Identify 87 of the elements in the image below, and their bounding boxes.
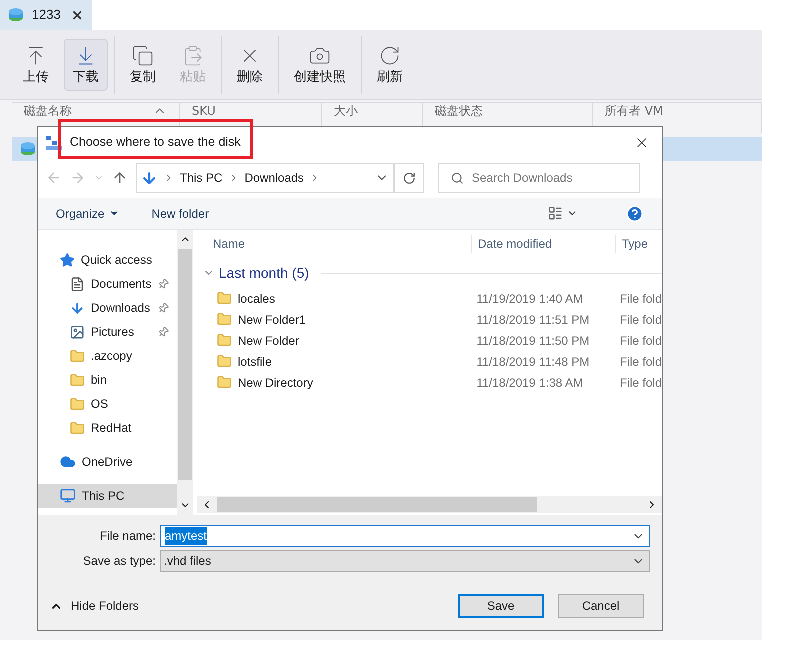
search-icon — [451, 172, 464, 184]
download-icon — [141, 170, 158, 186]
folder-icon — [70, 348, 85, 364]
refresh-button[interactable] — [394, 163, 424, 193]
vertical-scrollbar[interactable] — [177, 230, 193, 515]
folder-icon — [70, 396, 85, 412]
file-name: New Folder — [238, 332, 300, 350]
save-type-label: Save as type: — [82, 553, 156, 570]
folder-icon — [217, 312, 232, 327]
file-date: 11/19/2019 1:40 AM — [476, 290, 584, 308]
file-name-label: File name: — [98, 528, 156, 545]
disk-icon — [20, 141, 36, 157]
file-type: File fold — [618, 332, 662, 350]
clipboard-icon — [182, 45, 204, 67]
dialog-title: Choose where to save the disk — [70, 134, 242, 152]
new-folder-button[interactable]: New folder — [152, 204, 210, 222]
organize-button[interactable]: Organize — [56, 204, 120, 222]
toolbar-button[interactable]: 创建快照 — [285, 38, 355, 90]
copy-icon — [132, 45, 154, 67]
file-name: New Directory — [238, 374, 314, 392]
group-header[interactable]: Last month (5) — [197, 258, 662, 288]
folder-icon — [217, 291, 232, 306]
toolbar-button[interactable]: 删除 — [228, 38, 272, 90]
refresh-icon — [379, 45, 401, 67]
folder-icon — [217, 375, 232, 390]
file-row[interactable]: locales 11/19/2019 1:40 AM File fold — [197, 288, 662, 309]
nav-item[interactable]: This PC — [38, 484, 177, 508]
file-date: 11/18/2019 11:51 PM — [476, 312, 591, 328]
camera-icon — [309, 45, 331, 67]
nav-item[interactable]: OS — [38, 392, 177, 416]
column-header[interactable]: Name — [197, 235, 472, 253]
toolbar-button[interactable]: 上传 — [14, 38, 58, 90]
app-icon — [46, 136, 62, 150]
file-date: 11/18/2019 11:50 PM — [476, 332, 591, 350]
file-row[interactable]: New Folder 11/18/2019 11:50 PM File fold — [197, 330, 662, 351]
file-name: New Folder1 — [238, 312, 306, 328]
nav-item[interactable]: bin — [38, 368, 177, 392]
file-type: File fold — [618, 374, 662, 392]
breadcrumb-item[interactable]: Downloads — [244, 169, 304, 187]
close-icon[interactable] — [71, 8, 84, 22]
picture-icon — [70, 324, 85, 340]
file-type: File fold — [618, 290, 662, 308]
dialog-button[interactable]: Save — [458, 594, 544, 618]
toolbar-button[interactable]: 复制 — [121, 38, 165, 90]
nav-item[interactable]: Pictures — [38, 320, 177, 344]
toolbar-button[interactable]: 下载 — [64, 38, 108, 90]
star-icon — [60, 252, 75, 268]
nav-item[interactable]: RedHat — [38, 416, 177, 440]
view-options-button[interactable] — [548, 206, 578, 221]
breadcrumb-item[interactable]: This PC — [180, 169, 223, 187]
hide-folders-button[interactable]: Hide Folders — [50, 597, 140, 615]
nav-item[interactable]: Documents — [38, 272, 177, 296]
file-type: File fold — [618, 312, 662, 328]
horizontal-scrollbar[interactable] — [197, 496, 662, 513]
nav-item[interactable]: Downloads — [38, 296, 177, 320]
monitor-icon — [60, 488, 76, 504]
file-row[interactable]: New Folder1 11/18/2019 11:51 PM File fold — [197, 309, 662, 330]
folder-icon — [70, 420, 85, 436]
document-tab[interactable]: 1233 — [0, 0, 92, 30]
search-field[interactable]: Search Downloads — [438, 163, 640, 193]
file-row[interactable]: New Directory 11/18/2019 1:38 AM File fold — [197, 372, 662, 393]
address-bar[interactable]: This PC Downloads — [136, 163, 394, 193]
column-header[interactable]: Type — [616, 235, 648, 253]
file-date: 11/18/2019 1:38 AM — [476, 374, 584, 392]
refresh-icon — [402, 172, 416, 184]
nav-item[interactable]: Quick access — [38, 248, 177, 272]
disk-icon — [8, 7, 24, 23]
save-type-select[interactable]: .vhd files — [160, 550, 650, 572]
file-name: lotsfile — [238, 354, 272, 370]
file-name-field[interactable]: amytest — [160, 525, 650, 547]
toolbar-button[interactable]: 刷新 — [368, 38, 412, 90]
help-icon[interactable] — [626, 204, 644, 222]
download-icon — [70, 300, 85, 316]
dialog-button[interactable]: Cancel — [558, 594, 644, 618]
file-date: 11/18/2019 11:48 PM — [476, 354, 591, 370]
file-row[interactable]: lotsfile 11/18/2019 11:48 PM File fold — [197, 351, 662, 372]
cloud-icon — [60, 454, 76, 470]
file-name: locales — [238, 290, 276, 308]
list-view-icon — [548, 206, 563, 221]
nav-item[interactable]: OneDrive — [38, 450, 177, 474]
column-header[interactable]: Date modified — [472, 235, 616, 253]
folder-icon — [217, 333, 232, 348]
nav-item[interactable]: .azcopy — [38, 344, 177, 368]
document-icon — [70, 276, 85, 292]
folder-icon — [217, 354, 232, 369]
file-type: File fold — [618, 354, 662, 370]
folder-icon — [70, 372, 85, 388]
